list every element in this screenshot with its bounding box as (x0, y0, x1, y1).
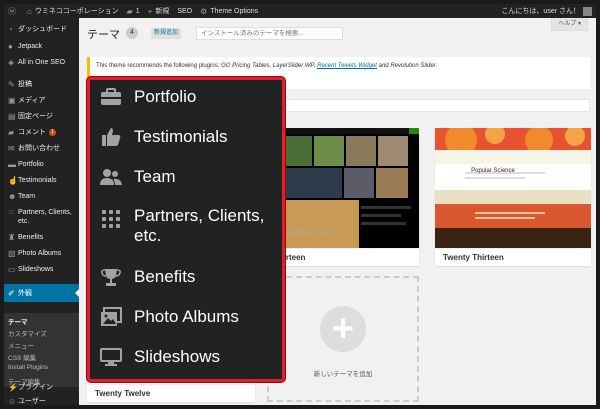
overlay-item-testimonials[interactable]: Testimonials (100, 126, 228, 148)
plus-icon: + (147, 6, 153, 16)
theme-name: Twenty Thirteen (435, 248, 591, 266)
sidebar-item-comments[interactable]: ▰ コメント 1 (4, 128, 79, 137)
overlay-item-portfolio[interactable]: Portfolio (100, 86, 196, 108)
new-content-link[interactable]: + 新規 (144, 4, 174, 18)
overlay-item-benefits[interactable]: Benefits (100, 266, 195, 288)
custom-post-types-highlight: Portfolio Testimonials Team Partners, Cl… (87, 77, 285, 382)
theme-screenshot (435, 128, 591, 248)
submenu-item-install-plugins[interactable]: Install Plugins (8, 364, 48, 371)
sidebar-item-all-in-one-seo[interactable]: ◈ All in One SEO (4, 58, 79, 67)
recent-tweets-widget-link[interactable]: Recent Tweets Widget (317, 63, 377, 69)
grid-icon: ⁙ (8, 208, 15, 217)
overlay-item-slideshows[interactable]: Slideshows (100, 346, 220, 368)
plugin-icon: ⚡ (8, 383, 18, 392)
jetpack-icon: ● (8, 42, 13, 51)
sidebar-item-contact[interactable]: ✉ お問い合わせ (4, 144, 79, 153)
brush-icon: ✐ (8, 288, 15, 298)
dashboard-icon: ◔ (8, 25, 13, 34)
sidebar-item-posts[interactable]: ✎ 投稿 (4, 80, 79, 89)
overlay-item-team[interactable]: Team (100, 166, 176, 188)
photo-albums-icon (100, 306, 122, 328)
mail-icon: ✉ (8, 144, 15, 153)
portfolio-icon: ▬ (8, 160, 16, 169)
admin-bar: ⓦ ⌂ ウミネココーポレーション ▰ 1 + 新規 SEO ⚙ Theme Option… (4, 4, 596, 18)
screenshot-frame: ⓦ ⌂ ウミネココーポレーション ▰ 1 + 新規 SEO ⚙ Theme Option… (0, 0, 600, 409)
site-name-link[interactable]: ⌂ ウミネココーポレーション (23, 4, 123, 18)
thumb-icon: ☝ (8, 176, 18, 185)
preview-site-title: Popular Science (471, 168, 515, 174)
sidebar-item-testimonials[interactable]: ☝ Testimonials (4, 176, 79, 185)
home-icon: ⌂ (27, 6, 32, 16)
theme-options-link[interactable]: ⚙ Theme Options (196, 4, 262, 18)
monitor-icon (100, 346, 122, 368)
theme-card-twenty-thirteen[interactable]: Popular Science Twenty Thirteen (435, 128, 591, 266)
admin-sidebar: ◔ ダッシュボード ● Jetpack ◈ All in One SEO ✎ 投稿 ▣ メ… (4, 18, 79, 405)
page-title: テーマ (87, 29, 120, 41)
theme-name: Twenty Twelve (87, 384, 255, 402)
media-icon: ▣ (8, 96, 16, 105)
trophy-icon: ♜ (8, 233, 16, 242)
team-icon (100, 166, 122, 188)
seo-icon: ◈ (8, 58, 15, 67)
sidebar-item-pages[interactable]: ▤ 固定ページ (4, 112, 79, 121)
avatar[interactable] (583, 6, 592, 16)
comment-icon: ▰ (8, 128, 15, 137)
sidebar-item-team[interactable]: ☻ Team (4, 192, 79, 201)
submenu-item-themes[interactable]: テーマ (8, 316, 28, 326)
overlay-item-partners[interactable]: Partners, Clients, etc. (100, 206, 264, 246)
comment-count-badge: 1 (49, 128, 56, 136)
wordpress-logo-icon[interactable]: ⓦ (4, 4, 23, 18)
add-new-theme-label: 新しいテーマを追加 (313, 371, 373, 378)
portfolio-icon (100, 86, 122, 108)
add-new-theme-button[interactable]: 新規追加 (151, 28, 182, 39)
sidebar-item-benefits[interactable]: ♜ Benefits (4, 233, 79, 242)
sidebar-item-plugins[interactable]: ⚡ プラグイン (4, 383, 79, 392)
photo-icon: ▧ (8, 249, 16, 258)
team-icon: ☻ (8, 192, 17, 201)
page-icon: ▤ (8, 112, 16, 121)
theme-count-badge: 4 (126, 27, 138, 39)
sidebar-item-users[interactable]: ☺ ユーザー (4, 397, 79, 405)
comment-bubble-icon: ▰ (126, 6, 133, 16)
gear-icon: ⚙ (200, 6, 208, 16)
wp-admin-screen: ⓦ ⌂ ウミネココーポレーション ▰ 1 + 新規 SEO ⚙ Theme Option… (4, 4, 596, 405)
grid-icon (100, 208, 122, 230)
help-tab[interactable]: ヘルプ ▾ (551, 18, 588, 31)
sidebar-item-photo-albums[interactable]: ▧ Photo Albums (4, 249, 79, 258)
sidebar-item-slideshows[interactable]: ▭ Slideshows (4, 265, 79, 274)
seo-menu-link[interactable]: SEO (173, 4, 196, 18)
sidebar-item-media[interactable]: ▣ メディア (4, 96, 79, 105)
add-new-theme-tile[interactable]: + 新しいテーマを追加 (267, 276, 419, 402)
plus-icon: + (320, 306, 366, 352)
sidebar-item-jetpack[interactable]: ● Jetpack (4, 42, 79, 51)
monitor-icon: ▭ (8, 265, 16, 274)
sidebar-item-dashboard[interactable]: ◔ ダッシュボード (4, 25, 79, 34)
user-icon: ☺ (8, 397, 17, 405)
sidebar-item-partners[interactable]: ⁙ Partners, Clients, etc. (4, 208, 79, 226)
twenty-thirteen-preview (435, 128, 591, 248)
theme-search-input[interactable] (196, 27, 343, 40)
trophy-icon (100, 266, 122, 288)
thumbs-up-icon (100, 126, 122, 148)
pin-icon: ✎ (8, 80, 15, 89)
submenu-item-menus[interactable]: メニュー (8, 340, 34, 350)
comments-link[interactable]: ▰ 1 (123, 4, 144, 18)
sidebar-item-portfolio[interactable]: ▬ Portfolio (4, 160, 79, 169)
submenu-item-css-edit[interactable]: CSS 編集 (8, 352, 36, 362)
appearance-submenu: テーマ カスタマイズ メニュー CSS 編集 Install Plugins テ… (4, 313, 79, 387)
submenu-item-customize[interactable]: カスタマイズ (8, 328, 47, 338)
overlay-item-photo-albums[interactable]: Photo Albums (100, 306, 239, 328)
sidebar-item-appearance[interactable]: ✐ 外観 (4, 284, 79, 302)
account-greeting[interactable]: こんにちは、user さん！ (501, 6, 580, 16)
